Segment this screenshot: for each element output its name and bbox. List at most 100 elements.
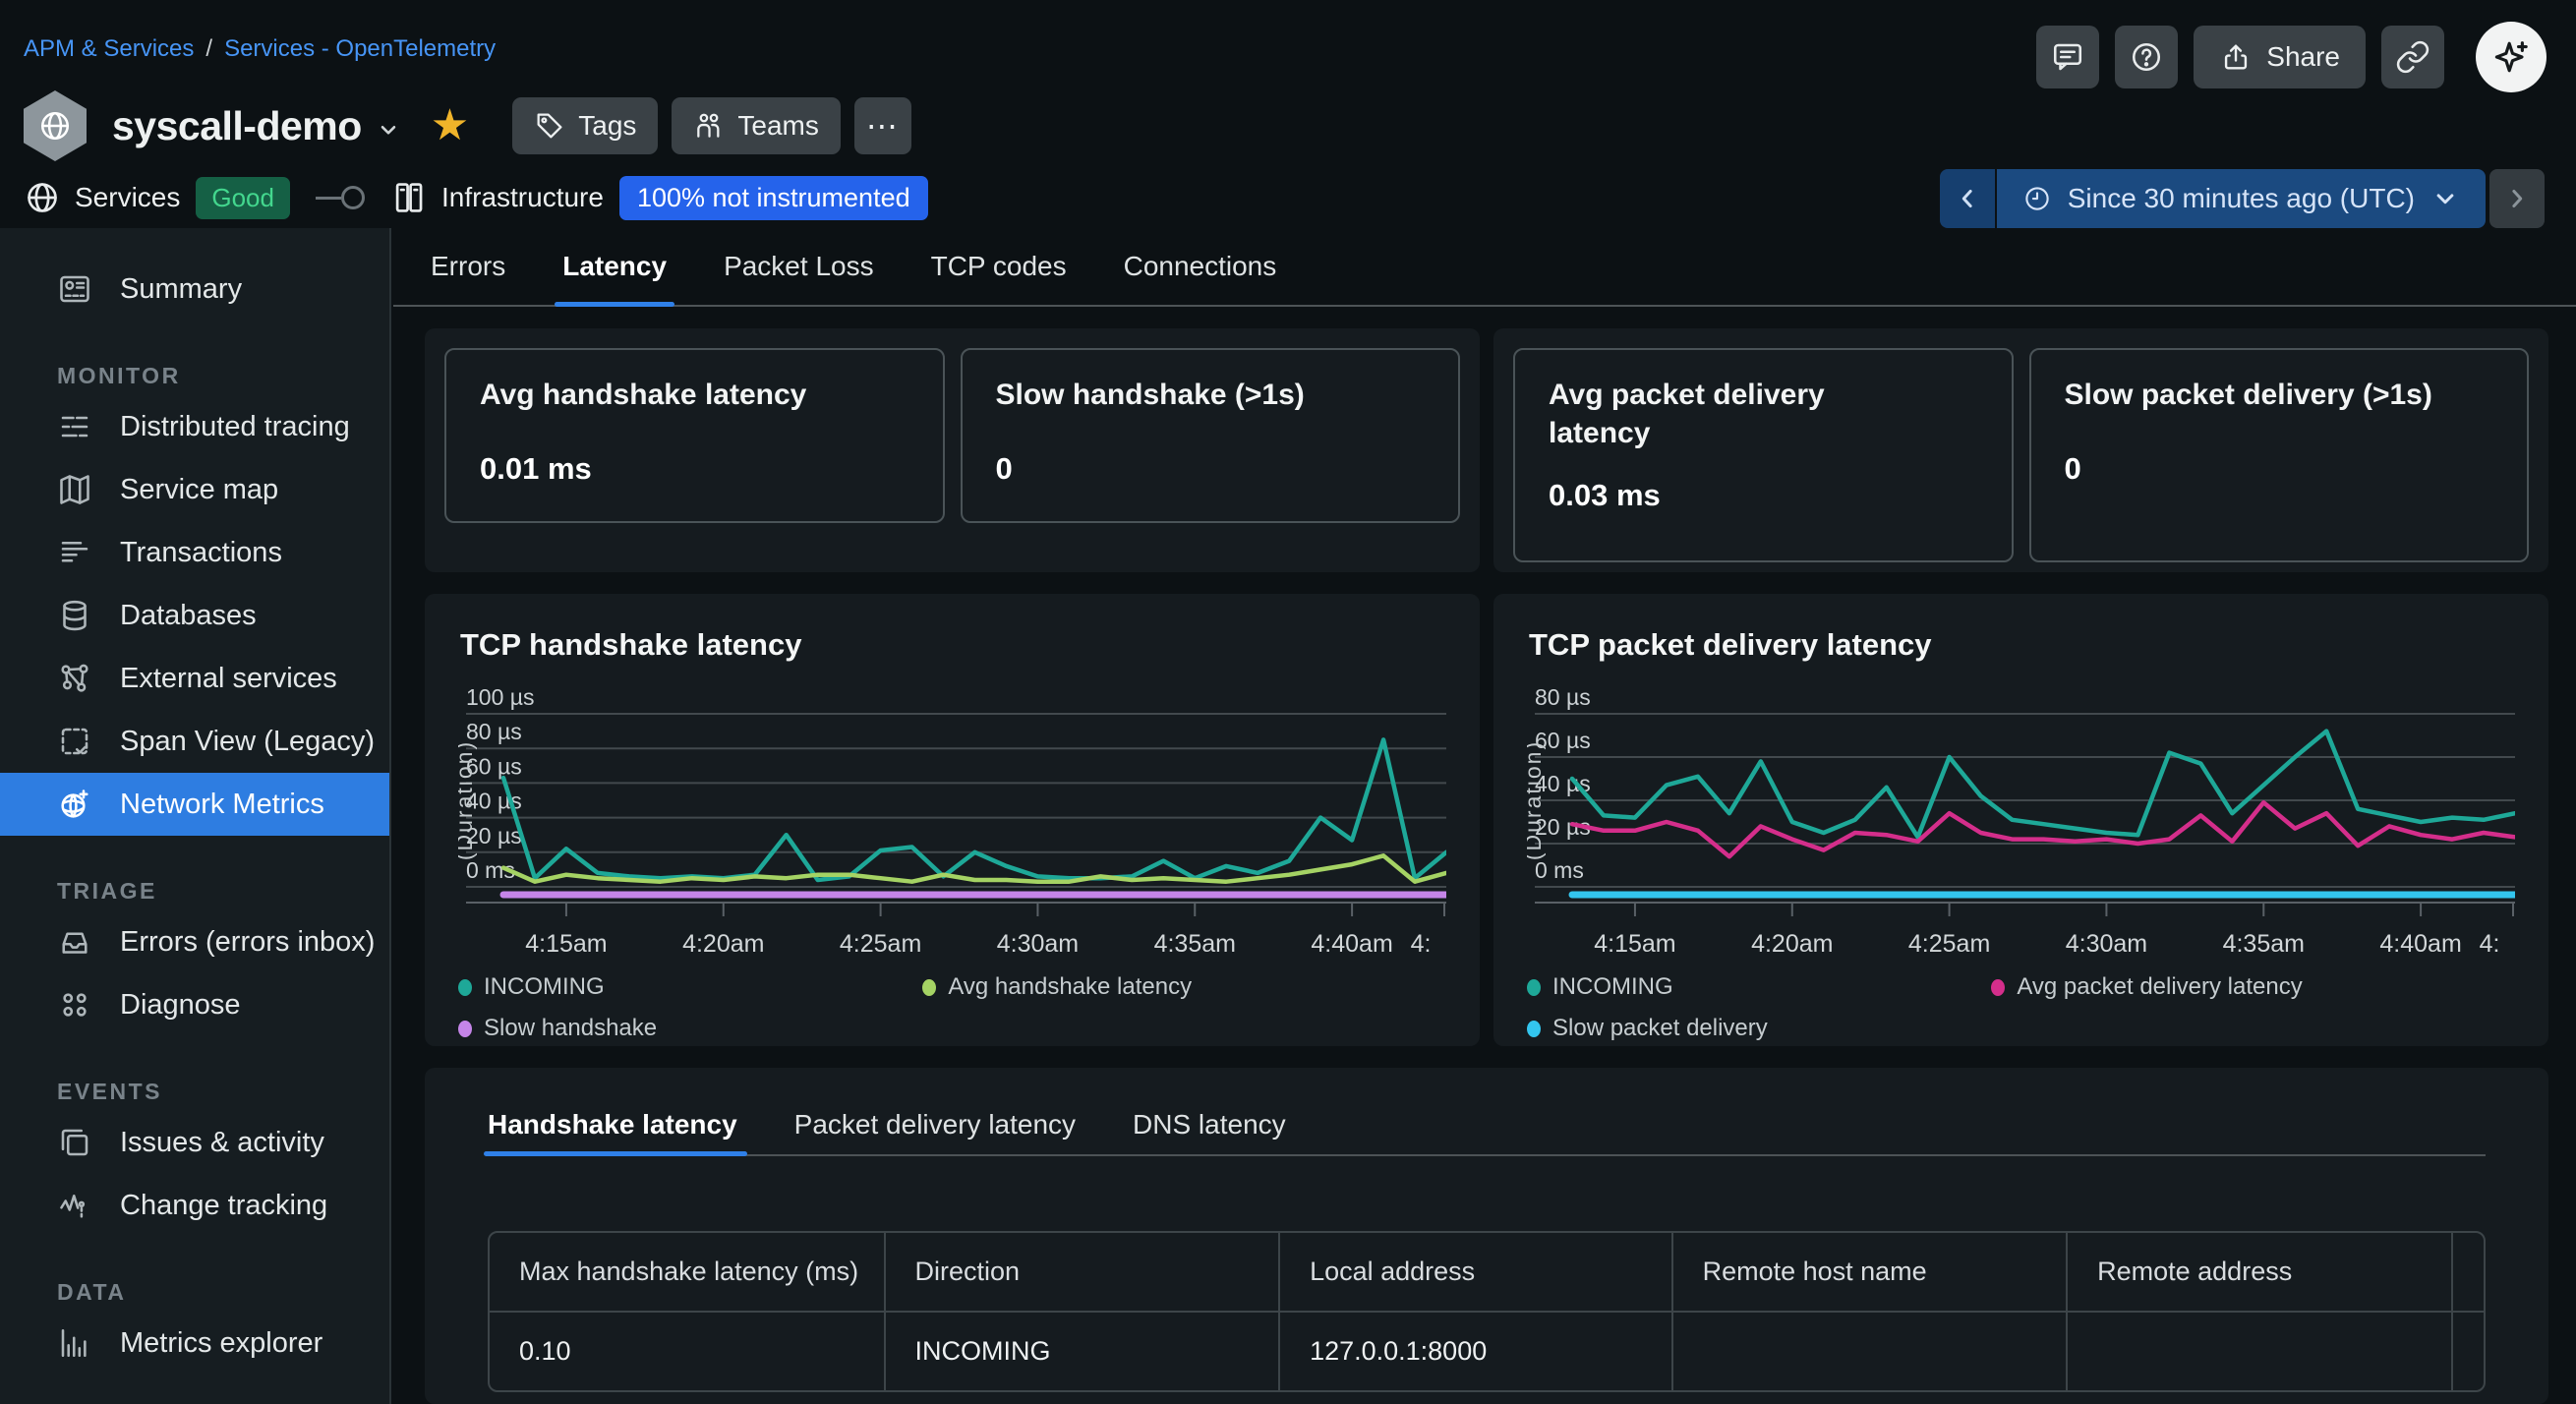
teams-button[interactable]: Teams: [672, 97, 840, 154]
column-remote-address[interactable]: Remote address: [2067, 1233, 2451, 1312]
stat-card-avg-packet-delivery: Avg packet delivery latency 0.03 ms: [1513, 348, 2014, 562]
legend-dot: [1991, 979, 2005, 996]
chart-title: TCP packet delivery latency: [1529, 627, 2515, 663]
tab-latency[interactable]: Latency: [562, 228, 667, 305]
chart-title: TCP handshake latency: [460, 627, 1446, 663]
infrastructure-label: Infrastructure: [441, 182, 604, 213]
cell-spacer: [2452, 1312, 2485, 1390]
cell-remote-address: [2067, 1312, 2451, 1390]
legend-dot: [1527, 979, 1541, 996]
legend-dot: [922, 979, 936, 996]
sidebar-item-summary[interactable]: Summary: [0, 258, 389, 321]
svg-text:4:40am: 4:40am: [1311, 930, 1392, 958]
sidebar-item-distributed-tracing[interactable]: Distributed tracing: [0, 395, 389, 458]
column-direction[interactable]: Direction: [885, 1233, 1280, 1312]
legend-item[interactable]: INCOMING: [1527, 973, 1991, 1001]
time-range-dropdown[interactable]: Since 30 minutes ago (UTC): [1997, 169, 2486, 228]
legend-label: Slow packet delivery: [1552, 1015, 1768, 1042]
top-actions: Share: [2036, 22, 2547, 92]
sidebar-item-service-map[interactable]: Service map: [0, 458, 389, 521]
metrics-explorer-icon: [57, 1325, 92, 1361]
svg-text:(Duration): (Duration): [1527, 740, 1546, 860]
infrastructure-badge[interactable]: 100% not instrumented: [619, 176, 928, 220]
table-row[interactable]: 0.10 INCOMING 127.0.0.1:8000: [490, 1312, 2484, 1390]
svg-text:4:: 4:: [2480, 930, 2500, 958]
share-label: Share: [2266, 41, 2340, 73]
share-button[interactable]: Share: [2194, 26, 2366, 88]
sidebar-section-events: EVENTS: [0, 1072, 389, 1111]
latency-content: Avg handshake latency 0.01 ms Slow hands…: [393, 307, 2576, 1404]
ai-assistant-button[interactable]: [2476, 22, 2547, 92]
sidebar-item-issues-activity[interactable]: Issues & activity: [0, 1111, 389, 1174]
entity-hexagon-icon: [24, 90, 87, 161]
legend-item[interactable]: Avg packet delivery latency: [1991, 973, 2515, 1001]
app-window: APM & Services/Services - OpenTelemetry …: [0, 0, 2576, 1404]
summary-icon: [57, 271, 92, 307]
legend-dot: [1527, 1021, 1541, 1037]
tags-button[interactable]: Tags: [512, 97, 658, 154]
globe-icon: [37, 108, 73, 144]
sidebar-item-diagnose[interactable]: Diagnose: [0, 973, 389, 1036]
legend-item[interactable]: Slow handshake: [458, 1015, 922, 1042]
breadcrumb-link-apm[interactable]: APM & Services: [24, 35, 194, 62]
ai-sparkle-icon: [2489, 35, 2533, 79]
chevron-down-icon: [376, 117, 401, 143]
sidebar-item-databases[interactable]: Databases: [0, 584, 389, 647]
service-map-icon: [57, 472, 92, 507]
breadcrumb: APM & Services/Services - OpenTelemetry: [24, 35, 496, 63]
legend-item[interactable]: INCOMING: [458, 973, 922, 1001]
stat-title: Avg packet delivery latency: [1549, 376, 1873, 452]
comment-icon: [2050, 39, 2085, 75]
tab-tcp-codes[interactable]: TCP codes: [931, 228, 1067, 305]
sidebar-item-span-view[interactable]: Span View (Legacy): [0, 710, 389, 773]
chevron-left-icon: [1953, 184, 1982, 213]
entity-header: syscall-demo ★ Tags Teams ⋯: [24, 90, 911, 161]
services-status-badge[interactable]: Good: [196, 177, 290, 219]
legend-label: Slow handshake: [484, 1015, 657, 1042]
tab-errors[interactable]: Errors: [431, 228, 505, 305]
errors-inbox-icon: [57, 924, 92, 960]
sidebar-item-metrics-explorer[interactable]: Metrics explorer: [0, 1312, 389, 1375]
breadcrumb-link-services[interactable]: Services - OpenTelemetry: [224, 35, 496, 62]
legend-label: INCOMING: [484, 973, 605, 1001]
favorite-star-button[interactable]: ★: [431, 104, 469, 147]
tab-handshake-latency[interactable]: Handshake latency: [488, 1095, 737, 1154]
sidebar-item-network-metrics[interactable]: Network Metrics: [0, 773, 389, 836]
sidebar-item-external-services[interactable]: External services: [0, 647, 389, 710]
legend-item[interactable]: Slow packet delivery: [1527, 1015, 1991, 1042]
feedback-button[interactable]: [2036, 26, 2099, 88]
time-back-button[interactable]: [1940, 169, 1997, 228]
cell-remote-host-name: [1672, 1312, 2068, 1390]
tab-packet-delivery-latency[interactable]: Packet delivery latency: [794, 1095, 1076, 1154]
legend-dot: [458, 1021, 472, 1037]
cell-max-handshake-latency: 0.10: [490, 1312, 885, 1390]
time-forward-button[interactable]: [2489, 169, 2545, 228]
help-button[interactable]: [2115, 26, 2178, 88]
tcp-handshake-latency-chart[interactable]: 0 ms20 µs40 µs60 µs80 µs100 µs(Duration)…: [458, 669, 1446, 964]
sidebar-item-errors-inbox[interactable]: Errors (errors inbox): [0, 910, 389, 973]
status-row: Services Good Infrastructure 100% not in…: [24, 169, 928, 226]
column-max-handshake-latency[interactable]: Max handshake latency (ms): [490, 1233, 885, 1312]
copy-link-button[interactable]: [2381, 26, 2444, 88]
tags-label: Tags: [578, 110, 636, 142]
legend-label: Avg packet delivery latency: [2017, 973, 2302, 1001]
tcp-packet-delivery-latency-chart[interactable]: 0 ms20 µs40 µs60 µs80 µs(Duration)4:15am…: [1527, 669, 2515, 964]
transactions-icon: [57, 535, 92, 570]
tab-dns-latency[interactable]: DNS latency: [1133, 1095, 1286, 1154]
tab-connections[interactable]: Connections: [1124, 228, 1277, 305]
more-options-button[interactable]: ⋯: [854, 97, 911, 154]
external-services-icon: [57, 661, 92, 696]
column-local-address[interactable]: Local address: [1279, 1233, 1672, 1312]
tab-packet-loss[interactable]: Packet Loss: [724, 228, 874, 305]
tcp-packet-delivery-latency-panel: TCP packet delivery latency 0 ms20 µs40 …: [1493, 594, 2548, 1046]
svg-text:4:30am: 4:30am: [2066, 930, 2147, 958]
chart-legend: INCOMING Avg packet delivery latency Slow …: [1527, 973, 2515, 1042]
sidebar-item-transactions[interactable]: Transactions: [0, 521, 389, 584]
legend-label: Avg handshake latency: [948, 973, 1192, 1001]
legend-item[interactable]: Avg handshake latency: [922, 973, 1446, 1001]
sidebar-item-change-tracking[interactable]: Change tracking: [0, 1174, 389, 1237]
column-remote-host-name[interactable]: Remote host name: [1672, 1233, 2068, 1312]
entity-name-dropdown[interactable]: syscall-demo: [87, 103, 401, 149]
svg-text:4:35am: 4:35am: [2223, 930, 2305, 958]
services-globe-icon: [24, 179, 61, 216]
